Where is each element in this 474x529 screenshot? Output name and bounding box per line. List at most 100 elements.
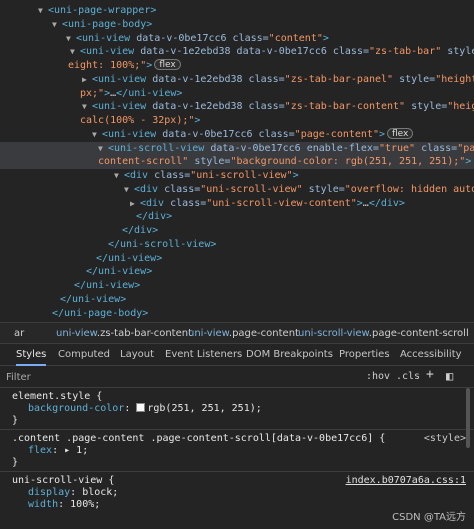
styles-scrollbar[interactable] xyxy=(466,388,470,448)
dom-tree-node[interactable]: </uni-page-body> xyxy=(0,307,474,321)
dom-tree-node[interactable]: ▼ <uni-view data-v-1e2ebd38 data-v-0be17c… xyxy=(0,45,474,59)
dom-token: class= xyxy=(164,183,201,195)
rule-source-link[interactable]: index.b0707a6a.css:1 xyxy=(346,475,466,487)
dom-tree-node[interactable]: ▼ <uni-page-wrapper> xyxy=(0,4,474,18)
tab-properties[interactable]: Properties xyxy=(339,344,390,366)
toggle-sidebar-icon[interactable]: ◧ xyxy=(446,369,453,383)
rule-property[interactable]: flex: ▸ 1; xyxy=(28,445,88,457)
expand-triangle-down-icon[interactable]: ▼ xyxy=(92,128,102,142)
dom-token: > xyxy=(146,60,153,71)
tab-computed[interactable]: Computed xyxy=(58,344,110,366)
dom-token: <uni-view xyxy=(92,101,153,113)
rule-selector[interactable]: .content .page-content .page-content-scr… xyxy=(12,433,385,445)
hov-button[interactable]: :hov xyxy=(366,370,390,384)
dom-tree-node[interactable]: </uni-view> xyxy=(0,265,474,279)
dom-token: > xyxy=(378,128,385,140)
elements-tree[interactable]: ▼ <uni-page-wrapper> ▼ <uni-page-body> ▼ <uni… xyxy=(0,0,474,322)
expand-triangle-down-icon[interactable]: ▼ xyxy=(124,183,134,197)
dom-tree-node[interactable]: eight: 100%;"> flex xyxy=(0,59,474,73)
dom-tree-node[interactable]: ▼ <uni-page-body> xyxy=(0,18,474,32)
dom-token: </uni-view> xyxy=(96,252,163,264)
expand-triangle-down-icon[interactable]: ▼ xyxy=(66,32,76,46)
expand-triangle-down-icon[interactable]: ▼ xyxy=(82,100,92,114)
dom-token: style= xyxy=(302,183,345,195)
expand-triangle-right-icon[interactable]: ▶ xyxy=(82,73,92,87)
flex-badge[interactable]: flex xyxy=(154,59,181,70)
dom-token: </div> xyxy=(368,197,405,209)
dom-token: "height: xyxy=(447,101,474,113)
dom-token: "uni-scroll-view-content" xyxy=(206,197,357,209)
dom-token: <div xyxy=(124,170,155,181)
flex-badge[interactable]: flex xyxy=(387,127,414,139)
dom-tree-node[interactable]: ▶ <uni-view data-v-1e2ebd38 class="zs-tab… xyxy=(0,73,474,87)
dom-token: <div xyxy=(140,197,171,209)
tab-event-listeners[interactable]: Event Listeners xyxy=(165,344,242,366)
dom-token: data-v-1e2ebd38 class= xyxy=(152,101,285,113)
tab-styles[interactable]: Styles xyxy=(16,344,47,366)
rule-close: } xyxy=(12,457,19,468)
dom-tree-node[interactable]: ▼ <uni-scroll-view data-v-0be17cc6 enable… xyxy=(0,141,474,156)
expand-triangle-down-icon[interactable]: ▼ xyxy=(98,142,108,156)
dom-token: style= xyxy=(393,73,436,85)
dom-token: <uni-view xyxy=(102,128,163,140)
breadcrumb-item-zs-tab-bar-content[interactable]: uni-view.zs-tab-bar-content xyxy=(56,323,192,343)
dom-token: data-v-0be17cc6 enable-flex= xyxy=(210,142,379,154)
dom-tree-node[interactable]: ▼ <div class="uni-scroll-view"> xyxy=(0,169,474,183)
rule-selector[interactable]: uni-scroll-view { xyxy=(12,475,114,487)
tab-accessibility[interactable]: Accessibility xyxy=(400,344,462,366)
dom-token: </uni-scroll-view> xyxy=(108,238,217,250)
breadcrumb-item-page-content-scroll[interactable]: uni-scroll-view.page-content-scroll xyxy=(298,323,469,343)
dom-tree-node[interactable]: </uni-view> xyxy=(0,279,474,293)
breadcrumb-item-0[interactable]: ar xyxy=(14,323,24,343)
dom-token: "background-color: rgb(251, 251, 251);" xyxy=(230,156,466,168)
dom-token: data-v-1e2ebd38 class= xyxy=(152,73,285,85)
sidebar-tabs: Styles Computed Layout Event Listeners D… xyxy=(0,344,474,366)
tab-layout[interactable]: Layout xyxy=(120,344,154,366)
dom-tree-node[interactable]: ▼ <div class="uni-scroll-view" style="ove… xyxy=(0,183,474,197)
dom-token: style= xyxy=(188,156,231,168)
dom-tree-node[interactable]: px;">…</uni-view> xyxy=(0,87,474,101)
filter-input[interactable] xyxy=(6,369,346,385)
breadcrumb-item-page-content[interactable]: uni-view.page-content xyxy=(188,323,299,343)
add-rule-icon[interactable]: + xyxy=(426,368,434,382)
dom-tree-node[interactable]: ▼ <uni-view data-v-0be17cc6 class="page-c… xyxy=(0,127,474,142)
dom-tree-node[interactable]: </uni-view> xyxy=(0,252,474,266)
dom-tree-node[interactable]: </div> xyxy=(0,224,474,238)
dom-tree-node[interactable]: ▼ <uni-view data-v-0be17cc6 class="conten… xyxy=(0,32,474,46)
rule-property[interactable]: display: block; xyxy=(28,487,118,499)
dom-token: eight: 100%;" xyxy=(68,60,147,71)
dom-token: <uni-scroll-view xyxy=(108,142,211,154)
dom-tree-node[interactable]: </uni-view> xyxy=(0,293,474,307)
styles-filter-bar: :hov .cls + ◧ xyxy=(0,366,474,388)
dom-token: <uni-view xyxy=(76,32,137,44)
rule-close: } xyxy=(12,415,19,426)
dom-token: data-v-0be17cc6 class= xyxy=(136,32,269,44)
expand-triangle-down-icon[interactable]: ▼ xyxy=(114,169,124,183)
rule-property[interactable]: width: 100%; xyxy=(28,499,100,511)
rule-property[interactable]: background-color: rgb(251, 251, 251); xyxy=(28,403,262,415)
rule-selector[interactable]: element.style { xyxy=(12,391,102,403)
tab-dom-breakpoints[interactable]: DOM Breakpoints xyxy=(246,344,333,366)
dom-token: > xyxy=(194,115,201,126)
expand-triangle-down-icon[interactable]: ▼ xyxy=(70,45,80,59)
dom-tree-node[interactable]: </uni-scroll-view> xyxy=(0,238,474,252)
dom-token: "zs-tab-bar" xyxy=(369,46,442,58)
color-swatch-icon[interactable] xyxy=(136,403,146,412)
dom-tree-node[interactable]: calc(100% - 32px);"> xyxy=(0,114,474,128)
expand-triangle-right-icon[interactable]: ▶ xyxy=(130,197,140,211)
dom-tree-node[interactable]: ▶ <div class="uni-scroll-view-content">…<… xyxy=(0,197,474,211)
dom-token: > xyxy=(292,170,299,181)
dom-tree-node[interactable]: </div> xyxy=(0,210,474,224)
cls-button[interactable]: .cls xyxy=(396,370,420,384)
dom-token: <uni-view xyxy=(92,73,153,85)
dom-tree-node[interactable]: content-scroll" style="background-color:… xyxy=(0,155,474,169)
dom-tree-node[interactable]: ▼ <uni-view data-v-1e2ebd38 class="zs-tab… xyxy=(0,100,474,114)
dom-token: data-v-1e2ebd38 data-v-0be17cc6 class= xyxy=(140,46,369,58)
dom-token: style= xyxy=(405,101,448,113)
expand-triangle-down-icon[interactable]: ▼ xyxy=(52,18,62,32)
dom-token: class= xyxy=(415,142,458,154)
dom-token: calc(100% - 32px);" xyxy=(80,115,195,126)
dom-token: </div> xyxy=(122,225,159,236)
expand-triangle-down-icon[interactable]: ▼ xyxy=(38,4,48,18)
dom-token: "true" xyxy=(378,142,416,154)
